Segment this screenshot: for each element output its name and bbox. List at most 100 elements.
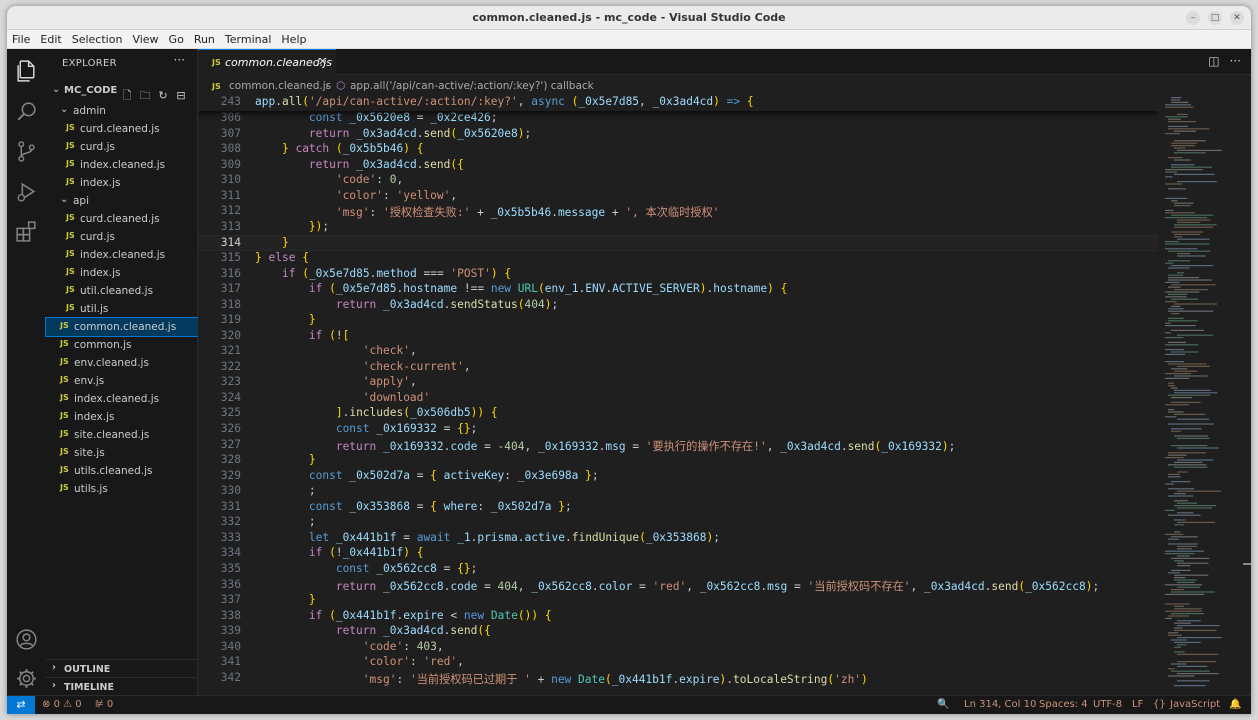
vertical-scrollbar[interactable] (1241, 95, 1251, 695)
menu-edit[interactable]: Edit (35, 30, 66, 46)
editor-more-icon[interactable]: ··· (1230, 54, 1241, 68)
menu-terminal[interactable]: Terminal (220, 30, 277, 46)
code-line[interactable]: 340 'code': 403, (198, 640, 1158, 656)
more-actions-icon[interactable]: ··· (174, 53, 185, 67)
workspace-root[interactable]: ⌄ MC_CODE 🗋 🗀 ↻ ⊟ (46, 83, 198, 102)
file-item[interactable]: JS env.js (46, 372, 198, 390)
code-line[interactable]: 315} else { (198, 251, 1158, 267)
file-item[interactable]: JS env.cleaned.js (46, 354, 198, 372)
code-line[interactable]: 335 const _0x562cc8 = {}; (198, 562, 1158, 578)
close-window-icon[interactable]: ✕ (1230, 11, 1244, 25)
breadcrumb-symbol[interactable]: app.all('/api/can-active/:action/:key?')… (350, 80, 594, 92)
file-item[interactable]: JS common.js (46, 336, 198, 354)
breadcrumb-file[interactable]: common.cleaned.js (229, 80, 331, 92)
extensions-icon[interactable] (14, 219, 39, 244)
menu-help[interactable]: Help (276, 30, 311, 46)
code-line[interactable]: 323 'apply', (198, 375, 1158, 391)
file-item[interactable]: JS index.cleaned.js (46, 390, 198, 408)
timeline-section[interactable]: › TIMELINE (46, 677, 198, 695)
remote-indicator-icon[interactable]: ⇄ (7, 696, 35, 714)
notifications-bell-icon[interactable]: 🔔 (1229, 699, 1241, 710)
code-line[interactable]: 327 return _0x169332.code = -404, _0x169… (198, 438, 1158, 454)
files-icon[interactable] (14, 59, 39, 84)
menu-selection[interactable]: Selection (67, 30, 128, 46)
settings-gear-icon[interactable] (14, 666, 39, 691)
code-line[interactable]: 330 ; (198, 484, 1158, 500)
code-line[interactable]: 322 'check-current', (198, 360, 1158, 376)
code-line[interactable]: 314 } (198, 235, 1158, 251)
code-line[interactable]: 313 }); (198, 220, 1158, 236)
zoom-icon[interactable]: 🔍 (937, 699, 949, 710)
indentation-status[interactable]: Spaces: 4 (1039, 699, 1088, 710)
code-line[interactable]: 312 'msg': '授权检查失败:' + _0x5b5b46.message… (198, 204, 1158, 220)
minimap[interactable] (1163, 95, 1241, 695)
file-item[interactable]: JS index.js (46, 264, 198, 282)
file-item[interactable]: JS curd.js (46, 228, 198, 246)
code-line[interactable]: 325 ].includes(_0x506db5)) { (198, 406, 1158, 422)
search-icon[interactable] (14, 99, 39, 124)
code-line[interactable]: 316 if (_0x5e7d85.method === 'POST') { (198, 267, 1158, 283)
code-line[interactable]: 307 return _0x3ad4cd.send(_0x5620e8); (198, 127, 1158, 143)
code-line[interactable]: 333 let _0x441b1f = await _1.prisma.acti… (198, 531, 1158, 547)
file-item[interactable]: JS utils.cleaned.js (46, 462, 198, 480)
file-item[interactable]: JS util.cleaned.js (46, 282, 198, 300)
code-line[interactable]: 341 'color': 'red', (198, 655, 1158, 671)
menu-go[interactable]: Go (164, 30, 189, 46)
file-item[interactable]: JS index.cleaned.js (46, 156, 198, 174)
code-line[interactable]: 338 if (_0x441b1f.expire < new Date()) { (198, 609, 1158, 625)
code-line[interactable]: 334 if (!_0x441b1f) { (198, 546, 1158, 562)
collapse-all-icon[interactable]: ⊟ (174, 89, 188, 102)
code-line[interactable]: 319 } (198, 313, 1158, 329)
account-icon[interactable] (14, 627, 39, 652)
code-line[interactable]: 311 'color': 'yellow', (198, 189, 1158, 205)
code-line[interactable]: 320 if (![ (198, 329, 1158, 345)
file-item[interactable]: JS index.cleaned.js (46, 246, 198, 264)
file-item[interactable]: JS curd.cleaned.js (46, 210, 198, 228)
code-line[interactable]: 326 const _0x169332 = {}; (198, 422, 1158, 438)
code-line[interactable]: 310 'code': 0, (198, 173, 1158, 189)
file-item[interactable]: JS common.cleaned.js (45, 317, 199, 337)
code-line[interactable]: 309 return _0x3ad4cd.send({ (198, 158, 1158, 174)
code-line[interactable]: 332 ; (198, 515, 1158, 531)
ports-status[interactable]: ⊯ 0 (95, 699, 113, 710)
file-item[interactable]: JS curd.js (46, 138, 198, 156)
file-item[interactable]: JS site.js (46, 444, 198, 462)
menu-view[interactable]: View (127, 30, 163, 46)
file-item[interactable]: JS utils.js (46, 480, 198, 498)
tab-common-cleaned[interactable]: JS common.cleaned.js ✕ (198, 49, 336, 75)
source-control-icon[interactable] (14, 139, 39, 164)
language-mode[interactable]: JavaScript (1170, 699, 1220, 710)
code-line[interactable]: 306 const _0x5620e8 = _0x2ce426; (198, 111, 1158, 127)
code-line[interactable]: 321 'check', (198, 344, 1158, 360)
code-line[interactable]: 331 const _0x353868 = { where: _0x502d7a… (198, 500, 1158, 516)
code-line[interactable]: 328 } (198, 453, 1158, 469)
language-status-icon[interactable]: {} (1153, 699, 1166, 710)
code-line[interactable]: 308 } catch (_0x5b5b46) { (198, 142, 1158, 158)
menu-run[interactable]: Run (189, 30, 220, 46)
file-item[interactable]: JS curd.cleaned.js (46, 120, 198, 138)
outline-section[interactable]: › OUTLINE (46, 659, 198, 677)
code-line[interactable]: 329 const _0x502d7a = { activeKey: _0x3e… (198, 469, 1158, 485)
file-item[interactable]: JS index.js (46, 174, 198, 192)
folder-item[interactable]: ⌄ admin (46, 102, 198, 120)
cursor-position[interactable]: Ln 314, Col 10 (964, 699, 1036, 710)
file-item[interactable]: JS index.js (46, 408, 198, 426)
code-editor[interactable]: 243 app.all('/api/can-active/:action/:key… (198, 95, 1158, 695)
code-line[interactable]: 317 if (_0x5e7d85.hostname !== new URL(e… (198, 282, 1158, 298)
code-line[interactable]: 324 'download' (198, 391, 1158, 407)
encoding-status[interactable]: UTF-8 (1093, 699, 1122, 710)
code-line[interactable]: 336 return _0x562cc8.code = 404, _0x562c… (198, 578, 1158, 594)
code-line[interactable]: 318 return _0x3ad4cd.sendStatus(404); (198, 298, 1158, 314)
minimize-icon[interactable]: – (1186, 11, 1200, 25)
folder-item[interactable]: ⌄ api (46, 192, 198, 210)
menu-file[interactable]: File (7, 30, 35, 46)
maximize-icon[interactable]: □ (1208, 11, 1222, 25)
file-item[interactable]: JS util.js (46, 300, 198, 318)
eol-status[interactable]: LF (1132, 699, 1143, 710)
run-debug-icon[interactable] (14, 179, 39, 204)
split-editor-icon[interactable]: ◫ (1208, 54, 1219, 68)
problems-status[interactable]: ⊗ 0 ⚠ 0 (42, 699, 82, 710)
close-tab-icon[interactable]: ✕ (318, 55, 327, 68)
code-line[interactable]: 342 'msg': '当前授权码已过期于 ' + new Date(_0x44… (198, 671, 1158, 687)
file-item[interactable]: JS site.cleaned.js (46, 426, 198, 444)
